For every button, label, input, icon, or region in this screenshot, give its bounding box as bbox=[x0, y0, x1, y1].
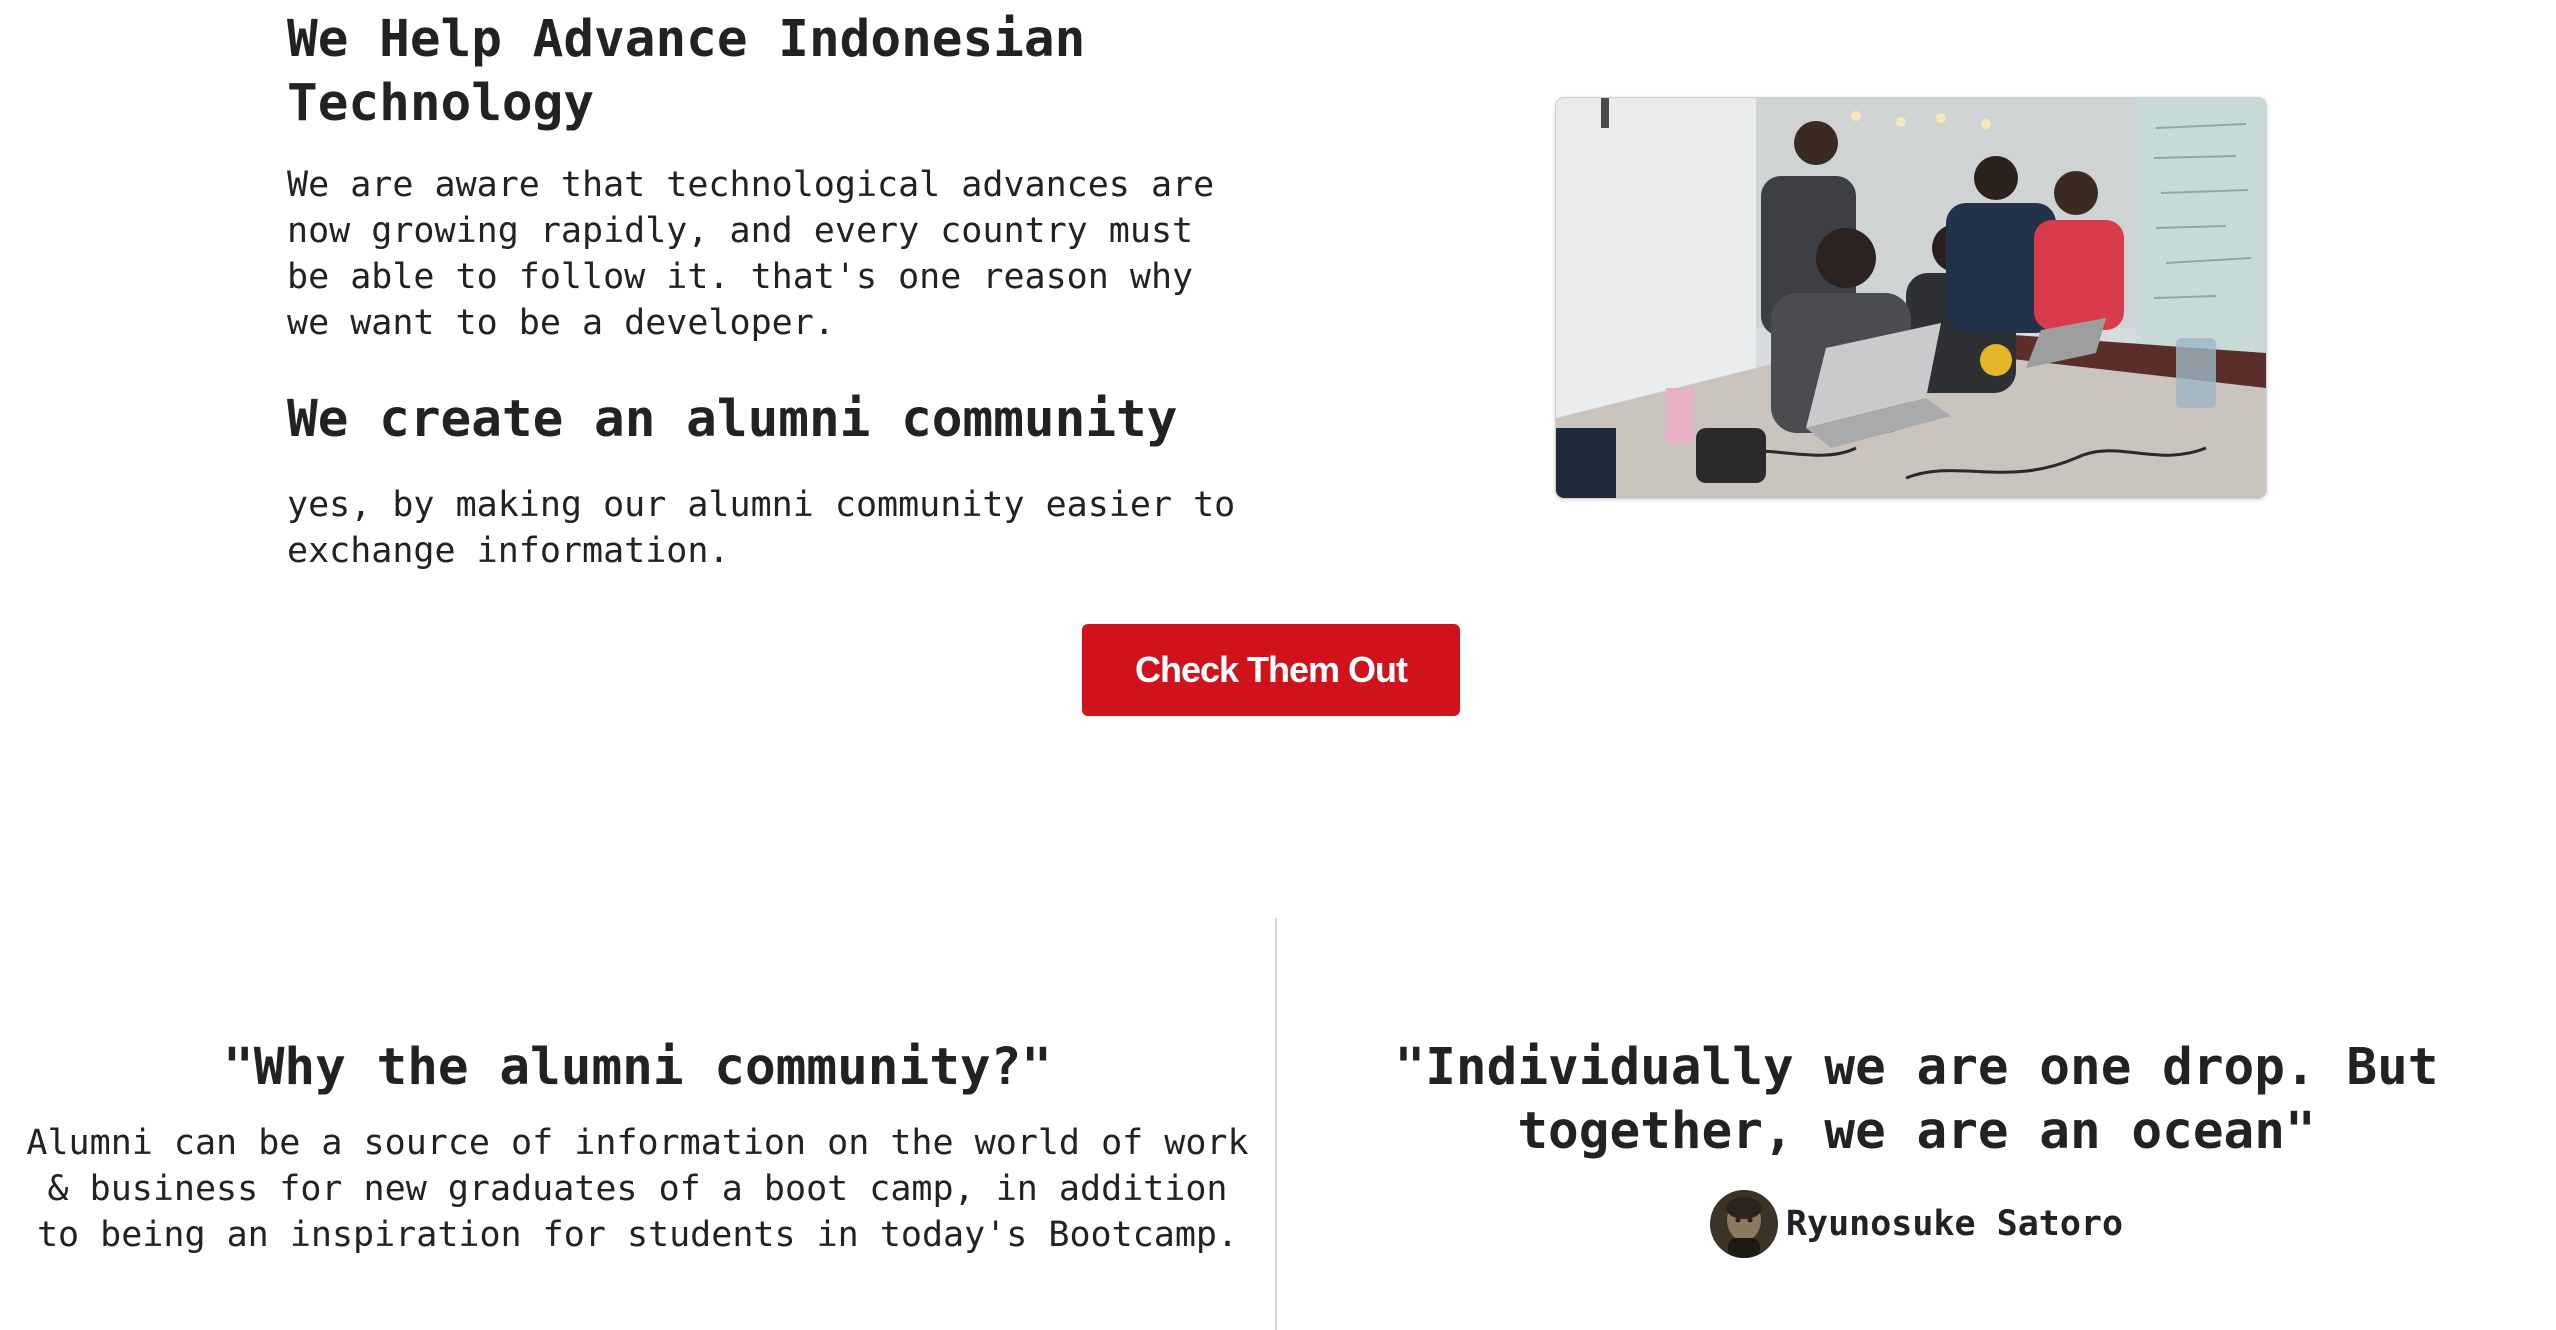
quote-section: "Individually we are one drop. But toget… bbox=[1277, 1036, 2556, 1258]
avatar bbox=[1709, 1190, 1778, 1258]
quote-author: Ryunosuke Satoro bbox=[1277, 1190, 2556, 1258]
community-paragraph: yes, by making our alumni community easi… bbox=[287, 485, 1236, 571]
author-name: Ryunosuke Satoro bbox=[1785, 1204, 2124, 1244]
check-them-out-button[interactable]: Check Them Out bbox=[1082, 624, 1460, 716]
about-section: We Help Advance Indonesian Technology We… bbox=[0, 0, 2556, 800]
team-photo bbox=[1555, 97, 2267, 499]
about-paragraph: We are aware that technological advances… bbox=[287, 165, 1215, 343]
quote-text: "Individually we are one drop. But toget… bbox=[1394, 1038, 2439, 1161]
why-alumni-body: Alumni can be a source of information on… bbox=[26, 1123, 1249, 1255]
about-text-block: We Help Advance Indonesian Technology We… bbox=[287, 8, 1267, 574]
about-heading: We Help Advance Indonesian Technology bbox=[287, 10, 1086, 133]
why-alumni-title: "Why the alumni community?" bbox=[222, 1038, 1053, 1097]
avatar-portrait-icon bbox=[1709, 1190, 1778, 1258]
team-photo-image bbox=[1556, 98, 2266, 498]
community-heading: We create an alumni community bbox=[287, 390, 1178, 449]
why-alumni-section: "Why the alumni community?" Alumni can b… bbox=[0, 1036, 1275, 1258]
